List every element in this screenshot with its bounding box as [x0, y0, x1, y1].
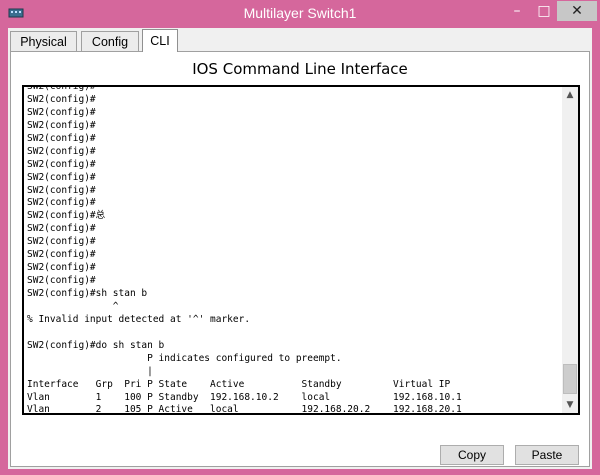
terminal-line: SW2(config)# — [27, 93, 96, 105]
title-bar[interactable]: Multilayer Switch1 – □ ✕ — [0, 0, 600, 28]
terminal-line: Vlan 1 100 P Standby 192.168.10.2 local … — [27, 391, 462, 403]
tab-config[interactable]: Config — [81, 31, 139, 51]
terminal-line: SW2(config)# — [27, 171, 96, 183]
terminal-line: SW2(config)#do sh stan b — [27, 339, 165, 351]
terminal-line: SW2(config)#总 — [27, 210, 106, 222]
tab-bar: Physical Config CLI — [8, 28, 592, 52]
chevron-down-icon[interactable]: ▼ — [562, 397, 578, 413]
terminal-line: SW2(config)# — [27, 119, 96, 131]
terminal-line: SW2(config)# — [27, 85, 96, 92]
app-window: Multilayer Switch1 – □ ✕ Physical Config… — [0, 0, 600, 475]
copy-button[interactable]: Copy — [440, 445, 504, 465]
terminal-line: Vlan 2 105 P Active local 192.168.20.2 1… — [27, 404, 462, 415]
tab-physical[interactable]: Physical — [10, 31, 77, 51]
terminal-console[interactable]: SW2(config)# SW2(config)# SW2(config)# SW2(… — [22, 85, 580, 415]
terminal-line: % Invalid input detected at '^' marker. — [27, 313, 251, 325]
terminal-line: SW2(config)# — [27, 275, 96, 287]
terminal-line: SW2(config)# — [27, 145, 96, 157]
terminal-line: P indicates configured to preempt. — [27, 352, 342, 364]
cli-header: IOS Command Line Interface — [192, 60, 408, 78]
terminal-line: SW2(config)#sh stan b — [27, 288, 148, 299]
paste-button[interactable]: Paste — [515, 445, 579, 465]
terminal-line: SW2(config)# — [27, 158, 96, 170]
terminal-line: SW2(config)# — [27, 197, 96, 209]
terminal-line: SW2(config)# — [27, 132, 96, 144]
terminal-line: SW2(config)# — [27, 262, 96, 274]
chevron-up-icon[interactable]: ▲ — [562, 87, 578, 103]
terminal-line: SW2(config)# — [27, 106, 96, 118]
terminal-line: SW2(config)# — [27, 236, 96, 248]
tab-cli[interactable]: CLI — [142, 29, 178, 52]
terminal-line: | — [27, 365, 153, 377]
terminal-scrollbar[interactable]: ▲ ▼ — [562, 87, 578, 413]
terminal-line: ^ — [27, 300, 119, 312]
minimize-button[interactable]: – — [503, 0, 531, 22]
window-client: Physical Config CLI IOS Command Line Int… — [8, 28, 592, 469]
scroll-thumb[interactable] — [563, 364, 577, 394]
maximize-button[interactable]: □ — [531, 0, 557, 22]
terminal-line: SW2(config)# — [27, 249, 96, 261]
close-button[interactable]: ✕ — [557, 1, 597, 21]
cli-panel: IOS Command Line Interface SW2(config)# S… — [10, 51, 590, 467]
terminal-line: SW2(config)# — [27, 223, 96, 235]
terminal-output: SW2(config)# SW2(config)# SW2(config)# SW2(… — [27, 85, 562, 415]
terminal-line: Interface Grp Pri P State Active Standby… — [27, 378, 451, 390]
terminal-line: SW2(config)# — [27, 184, 96, 196]
